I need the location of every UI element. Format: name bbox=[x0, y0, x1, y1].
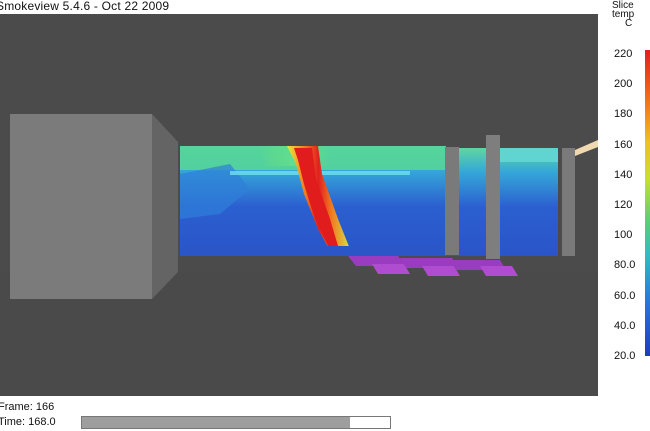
column-2 bbox=[486, 135, 500, 259]
temperature-slice-right bbox=[446, 148, 558, 256]
column-3 bbox=[562, 148, 575, 256]
scene-canvas bbox=[0, 114, 598, 396]
3d-viewport[interactable] bbox=[0, 14, 598, 396]
colorbar-tick-label: 200 bbox=[614, 78, 633, 91]
colorbar-tick-label: 120 bbox=[614, 199, 633, 211]
colorbar-tick-label: 80.0 bbox=[614, 259, 636, 272]
temperature-slice-plane bbox=[180, 146, 446, 256]
temperature-colorbar bbox=[645, 50, 650, 356]
column-1 bbox=[445, 147, 459, 255]
time-slider-fill bbox=[82, 417, 350, 428]
ceiling-beam bbox=[575, 140, 598, 156]
colorbar-tick-label: 220 bbox=[614, 48, 633, 60]
frame-label: Frame: 166 bbox=[0, 401, 55, 413]
legend-title-unit: C bbox=[625, 18, 633, 29]
colorbar-tick-label: 160 bbox=[614, 138, 633, 151]
colorbar-tick-label: 180 bbox=[614, 108, 633, 121]
colorbar-tick-label: 20.0 bbox=[614, 350, 636, 362]
window-title: Smokeview 5.4.6 - Oct 22 2009 bbox=[0, 0, 170, 13]
colorbar-tick-label: 60.0 bbox=[614, 289, 636, 302]
time-label: Time: 168.0 bbox=[0, 416, 56, 428]
colorbar-tick-label: 140 bbox=[614, 168, 633, 181]
box-obstruction-side bbox=[152, 114, 178, 299]
colorbar-tick-label: 40.0 bbox=[614, 319, 636, 332]
colorbar-tick-label: 100 bbox=[614, 229, 633, 242]
time-slider[interactable] bbox=[81, 416, 391, 429]
box-obstruction-front bbox=[10, 114, 152, 299]
